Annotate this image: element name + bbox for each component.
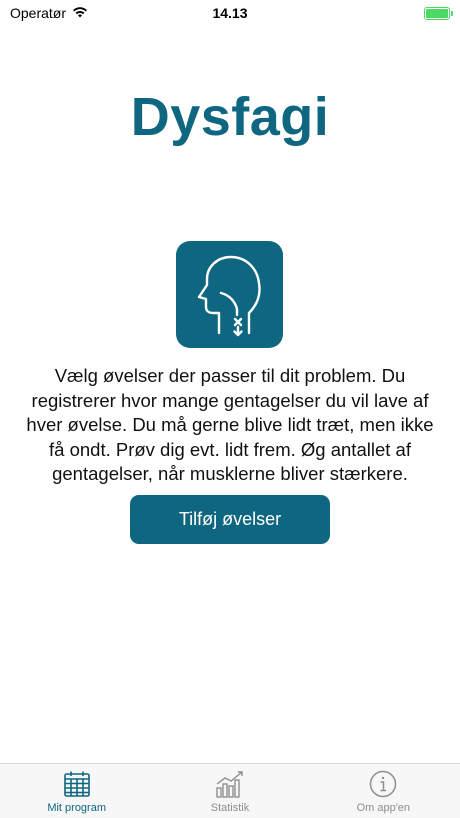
tab-label-my-program: Mit program bbox=[47, 802, 106, 814]
tab-my-program[interactable]: Mit program bbox=[0, 764, 153, 818]
tab-label-statistics: Statistik bbox=[210, 802, 250, 814]
add-exercises-button[interactable]: Tilføj øvelser bbox=[130, 495, 330, 544]
tab-label-about-app: Om app'en bbox=[356, 802, 411, 814]
info-icon bbox=[368, 769, 398, 799]
tab-bar: Mit program Statistik Om app'en bbox=[0, 763, 460, 818]
app-screen: Operatør 14.13 Dysfagi Vælg øvelser der … bbox=[0, 0, 460, 818]
calendar-icon bbox=[62, 769, 92, 799]
tab-about-app[interactable]: Om app'en bbox=[307, 764, 460, 818]
battery-icon bbox=[424, 6, 453, 20]
instructions-text: Vælg øvelser der passer til dit problem.… bbox=[26, 365, 434, 484]
tab-statistics[interactable]: Statistik bbox=[153, 764, 306, 818]
bar-chart-icon bbox=[215, 769, 245, 799]
page-title: Dysfagi bbox=[130, 87, 330, 147]
wifi-icon bbox=[72, 5, 88, 21]
head-swallow-icon bbox=[176, 241, 283, 348]
status-left: Operatør bbox=[10, 5, 88, 21]
carrier-label: Operatør bbox=[10, 5, 67, 21]
status-bar: Operatør 14.13 bbox=[0, 0, 460, 26]
battery-level bbox=[426, 8, 448, 18]
